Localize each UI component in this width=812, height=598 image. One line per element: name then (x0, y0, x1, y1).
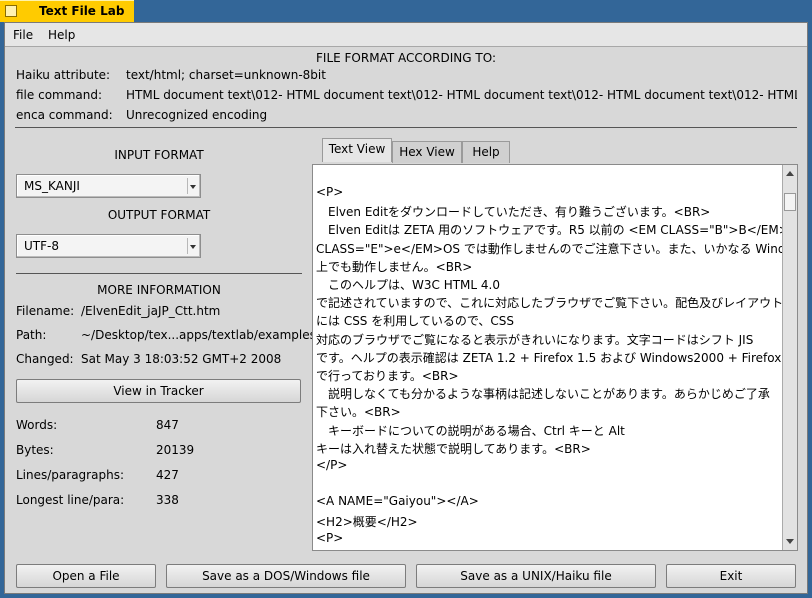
path-value: ~/Desktop/tex...apps/textlab/examples (81, 328, 316, 342)
path-label: Path: (16, 328, 47, 342)
tab-hex-view[interactable]: Hex View (392, 141, 462, 163)
longest-line-label: Longest line/para: (16, 493, 125, 507)
haiku-attribute-label: Haiku attribute: (16, 68, 111, 82)
text-line: このヘルプは、W3C HTML 4.0 (316, 278, 500, 292)
words-value: 847 (156, 418, 179, 432)
save-unix-button[interactable]: Save as a UNIX/Haiku file (416, 564, 656, 588)
chevron-down-icon (187, 238, 198, 254)
more-info-title: MORE INFORMATION (97, 283, 221, 297)
haiku-attribute-value: text/html; charset=unknown-8bit (126, 68, 326, 82)
filename-value: /ElvenEdit_jaJP_Ctt.htm (81, 304, 221, 318)
bytes-value: 20139 (156, 443, 195, 457)
file-command-label: file command: (16, 88, 103, 102)
filename-label: Filename: (16, 304, 75, 318)
text-line: には CSS を利用しているので、CSS (316, 314, 515, 329)
enca-command-label: enca command: (16, 108, 113, 122)
output-format-label: OUTPUT FORMAT (107, 208, 211, 222)
save-dos-button[interactable]: Save as a DOS/Windows file (166, 564, 406, 588)
file-command-value: HTML document text\012- HTML document te… (126, 88, 797, 102)
changed-value: Sat May 3 18:03:52 GMT+2 2008 (81, 352, 282, 366)
lines-label: Lines/paragraphs: (16, 468, 124, 482)
vertical-scrollbar[interactable] (782, 165, 797, 550)
menu-bar: File Help (5, 23, 807, 47)
text-line: <A NAME="Gaiyou"></A> (316, 494, 479, 509)
scroll-down-icon[interactable] (783, 534, 797, 548)
input-format-label: INPUT FORMAT (114, 148, 204, 162)
input-format-dropdown[interactable]: MS_KANJI (16, 174, 201, 198)
scroll-up-icon[interactable] (783, 166, 797, 180)
text-line: で記述されていますので、これに対応したブラウザでご覧下さい。配色及びレイアウト (316, 296, 784, 311)
input-format-value: MS_KANJI (24, 179, 80, 193)
text-line: Elven Editをダウンロードしていただき、有り難うございます。<BR> (316, 205, 711, 220)
text-line: です。ヘルプの表示確認は ZETA 1.2 + Firefox 1.5 および … (316, 350, 798, 365)
text-line: CLASS="E">e</EM>OS では動作しませんのでご注意下さい。また、い… (316, 241, 798, 256)
text-view-area[interactable]: <P> Elven Editをダウンロードしていただき、有り難うございます。<B… (312, 164, 798, 551)
text-line: <H2>概要</H2> (316, 514, 418, 529)
text-line: Elven Editは ZETA 用のソフトウェアです。R5 以前の <EM C… (316, 223, 798, 238)
exit-button[interactable]: Exit (666, 564, 796, 588)
tab-help[interactable]: Help (462, 141, 510, 163)
text-line: 説明しなくても分かるような事柄は記述しないことがあります。あらかじめご了承 (316, 387, 770, 402)
menu-help[interactable]: Help (48, 28, 75, 42)
format-header: FILE FORMAT ACCORDING TO: (316, 51, 496, 65)
menu-file[interactable]: File (13, 28, 33, 42)
open-file-button[interactable]: Open a File (16, 564, 156, 588)
info-divider (16, 273, 302, 274)
output-format-value: UTF-8 (24, 239, 59, 253)
section-divider (15, 127, 797, 128)
text-line: キーボードについての説明がある場合、Ctrl キーと Alt (316, 423, 625, 438)
enca-command-value: Unrecognized encoding (126, 108, 268, 122)
text-line: <P> (316, 185, 344, 199)
scroll-thumb[interactable] (784, 193, 796, 211)
tab-text-view[interactable]: Text View (322, 138, 392, 162)
main-window: File Help FILE FORMAT ACCORDING TO: Haik… (4, 22, 808, 594)
output-format-dropdown[interactable]: UTF-8 (16, 234, 201, 258)
text-line: 下さい。<BR> (316, 405, 401, 420)
view-in-tracker-button[interactable]: View in Tracker (16, 379, 301, 403)
chevron-down-icon (187, 178, 198, 194)
longest-line-value: 338 (156, 493, 179, 507)
text-line: 対応のブラウザでご覧になると表示がきれいになります。文字コードはシフト JIS (316, 332, 754, 347)
text-line: 上でも動作しません。<BR> (316, 259, 473, 274)
text-line: キーは入れ替えた状態で説明してあります。<BR> (316, 441, 591, 456)
bytes-label: Bytes: (16, 443, 54, 457)
changed-label: Changed: (16, 352, 74, 366)
lines-value: 427 (156, 468, 179, 482)
text-line: で行っております。<BR> (316, 369, 459, 383)
text-line: </P> (316, 458, 348, 472)
window-title: Text File Lab (39, 4, 125, 18)
close-window-icon[interactable] (5, 5, 17, 17)
words-label: Words: (16, 418, 58, 432)
window-title-tab[interactable]: Text File Lab (0, 0, 134, 22)
text-line: <P> (316, 530, 344, 545)
